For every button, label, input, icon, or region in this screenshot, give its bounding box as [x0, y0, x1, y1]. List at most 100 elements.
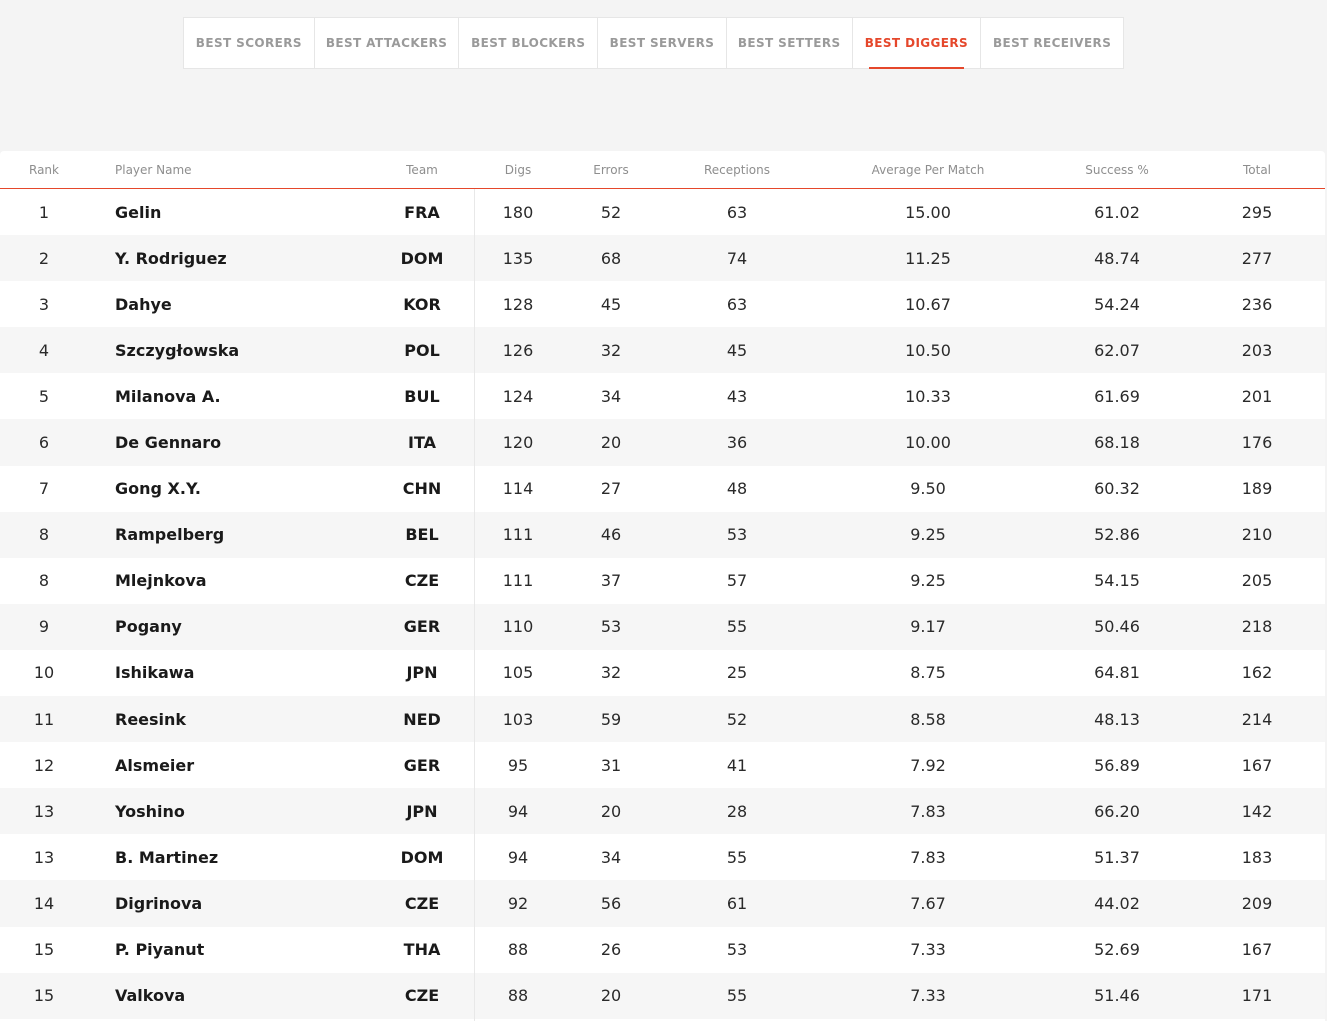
tab-best-diggers[interactable]: BEST DIGGERS [853, 18, 982, 69]
header-digs[interactable]: Digs [478, 151, 558, 188]
header-errors[interactable]: Errors [571, 151, 651, 188]
cell-total: 203 [1241, 340, 1273, 360]
cell-errors: 46 [600, 525, 622, 545]
cell-player-name[interactable]: Milanova A. [115, 373, 375, 419]
cell-player-name[interactable]: Rampelberg [115, 512, 375, 558]
cell-player-name[interactable]: Digrinova [115, 880, 375, 926]
cell-total: 171 [1241, 986, 1273, 1006]
header-receptions[interactable]: Receptions [687, 151, 787, 188]
cell-errors: 32 [600, 663, 622, 683]
cell-average-per-match: 7.92 [910, 755, 946, 775]
cell-errors: 32 [600, 340, 622, 360]
table-row[interactable]: 15 P. Piyanut THA 88 26 53 7.33 52.69 167 [0, 927, 1325, 973]
cell-player-name[interactable]: Szczygłowska [115, 327, 375, 373]
tab-best-scorers[interactable]: BEST SCORERS [184, 18, 315, 68]
cell-success-percent: 51.37 [1094, 847, 1140, 867]
table-row[interactable]: 4 Szczygłowska POL 126 32 45 10.50 62.07 203 [0, 327, 1325, 374]
cell-receptions: 48 [726, 479, 748, 499]
table-row[interactable]: 9 Pogany GER 110 53 55 9.17 50.46 218 [0, 603, 1325, 650]
tab-best-blockers[interactable]: BEST BLOCKERS [459, 18, 599, 68]
tab-best-servers[interactable]: BEST SERVERS [598, 18, 727, 68]
cell-errors: 45 [600, 294, 622, 314]
cell-average-per-match: 11.25 [905, 248, 951, 268]
table-row[interactable]: 14 Digrinova CZE 92 56 61 7.67 44.02 209 [0, 880, 1325, 927]
cell-errors: 53 [600, 617, 622, 637]
table-row[interactable]: 13 B. Martinez DOM 94 34 55 7.83 51.37 183 [0, 834, 1325, 880]
table-row[interactable]: 15 Valkova CZE 88 20 55 7.33 51.46 171 [0, 972, 1325, 1019]
tab-best-receivers[interactable]: BEST RECEIVERS [981, 18, 1123, 68]
cell-errors: 20 [600, 801, 622, 821]
cell-player-name[interactable]: Ishikawa [115, 650, 375, 696]
cell-team: DOM [400, 847, 444, 867]
cell-player-name[interactable]: Gelin [115, 189, 375, 235]
table-row[interactable]: 6 De Gennaro ITA 120 20 36 10.00 68.18 176 [0, 419, 1325, 466]
table-row[interactable]: 5 Milanova A. BUL 124 34 43 10.33 61.69 201 [0, 373, 1325, 419]
header-team[interactable]: Team [382, 151, 462, 188]
cell-receptions: 61 [726, 893, 748, 913]
cell-digs: 94 [507, 847, 529, 867]
table-row[interactable]: 13 Yoshino JPN 94 20 28 7.83 66.20 142 [0, 788, 1325, 835]
cell-team: BUL [404, 386, 440, 406]
table-row[interactable]: 3 Dahye KOR 128 45 63 10.67 54.24 236 [0, 281, 1325, 327]
cell-player-name[interactable]: Y. Rodriguez [115, 235, 375, 281]
cell-player-name[interactable]: Alsmeier [115, 742, 375, 788]
cell-player-name[interactable]: Yoshino [115, 788, 375, 834]
cell-player-name[interactable]: Mlejnkova [115, 558, 375, 604]
table-row[interactable]: 1 Gelin FRA 180 52 63 15.00 61.02 295 [0, 189, 1325, 235]
cell-success-percent: 54.15 [1094, 571, 1140, 591]
table-row[interactable]: 2 Y. Rodriguez DOM 135 68 74 11.25 48.74 277 [0, 235, 1325, 282]
cell-player-name[interactable]: Reesink [115, 696, 375, 742]
cell-average-per-match: 9.50 [910, 479, 946, 499]
cell-rank: 15 [33, 986, 55, 1006]
diggers-table: Rank Player Name Team Digs Errors Recept… [0, 151, 1325, 1021]
stats-category-tabs: BEST SCORERS BEST ATTACKERS BEST BLOCKERS B… [183, 17, 1124, 69]
header-success-percent[interactable]: Success % [1067, 151, 1167, 188]
cell-rank: 12 [33, 755, 55, 775]
cell-average-per-match: 7.67 [910, 893, 946, 913]
header-average-per-match[interactable]: Average Per Match [858, 151, 998, 188]
cell-player-name[interactable]: Valkova [115, 973, 375, 1019]
cell-player-name[interactable]: Gong X.Y. [115, 466, 375, 512]
cell-rank: 8 [38, 571, 50, 591]
cell-receptions: 28 [726, 801, 748, 821]
cell-total: 295 [1241, 202, 1273, 222]
cell-player-name[interactable]: Pogany [115, 604, 375, 650]
cell-team: CZE [404, 893, 440, 913]
table-row[interactable]: 8 Rampelberg BEL 111 46 53 9.25 52.86 210 [0, 511, 1325, 558]
table-row[interactable]: 7 Gong X.Y. CHN 114 27 48 9.50 60.32 189 [0, 466, 1325, 512]
cell-errors: 52 [600, 202, 622, 222]
cell-success-percent: 48.13 [1094, 709, 1140, 729]
cell-errors: 20 [600, 433, 622, 453]
tab-best-setters[interactable]: BEST SETTERS [727, 18, 853, 68]
tab-best-attackers[interactable]: BEST ATTACKERS [315, 18, 460, 68]
header-rank[interactable]: Rank [0, 151, 88, 188]
cell-total: 167 [1241, 940, 1273, 960]
cell-receptions: 52 [726, 709, 748, 729]
cell-player-name[interactable]: De Gennaro [115, 419, 375, 465]
cell-player-name[interactable]: B. Martinez [115, 834, 375, 880]
header-player-name[interactable]: Player Name [115, 151, 375, 188]
header-total[interactable]: Total [1217, 151, 1297, 188]
cell-total: 142 [1241, 801, 1273, 821]
table-row[interactable]: 8 Mlejnkova CZE 111 37 57 9.25 54.15 205 [0, 558, 1325, 604]
cell-team: KOR [403, 294, 441, 314]
cell-team: POL [404, 340, 440, 360]
cell-total: 183 [1241, 847, 1273, 867]
cell-digs: 88 [507, 940, 529, 960]
cell-receptions: 63 [726, 202, 748, 222]
cell-receptions: 41 [726, 755, 748, 775]
table-row[interactable]: 11 Reesink NED 103 59 52 8.58 48.13 214 [0, 696, 1325, 743]
cell-rank: 15 [33, 940, 55, 960]
table-row[interactable]: 10 Ishikawa JPN 105 32 25 8.75 64.81 162 [0, 650, 1325, 696]
cell-total: 214 [1241, 709, 1273, 729]
cell-total: 236 [1241, 294, 1273, 314]
cell-player-name[interactable]: P. Piyanut [115, 927, 375, 973]
cell-success-percent: 52.69 [1094, 940, 1140, 960]
cell-average-per-match: 8.58 [910, 709, 946, 729]
cell-rank: 8 [38, 525, 50, 545]
cell-errors: 20 [600, 986, 622, 1006]
table-row[interactable]: 12 Alsmeier GER 95 31 41 7.92 56.89 167 [0, 742, 1325, 788]
cell-rank: 2 [38, 248, 50, 268]
cell-player-name[interactable]: Dahye [115, 281, 375, 327]
cell-receptions: 25 [726, 663, 748, 683]
